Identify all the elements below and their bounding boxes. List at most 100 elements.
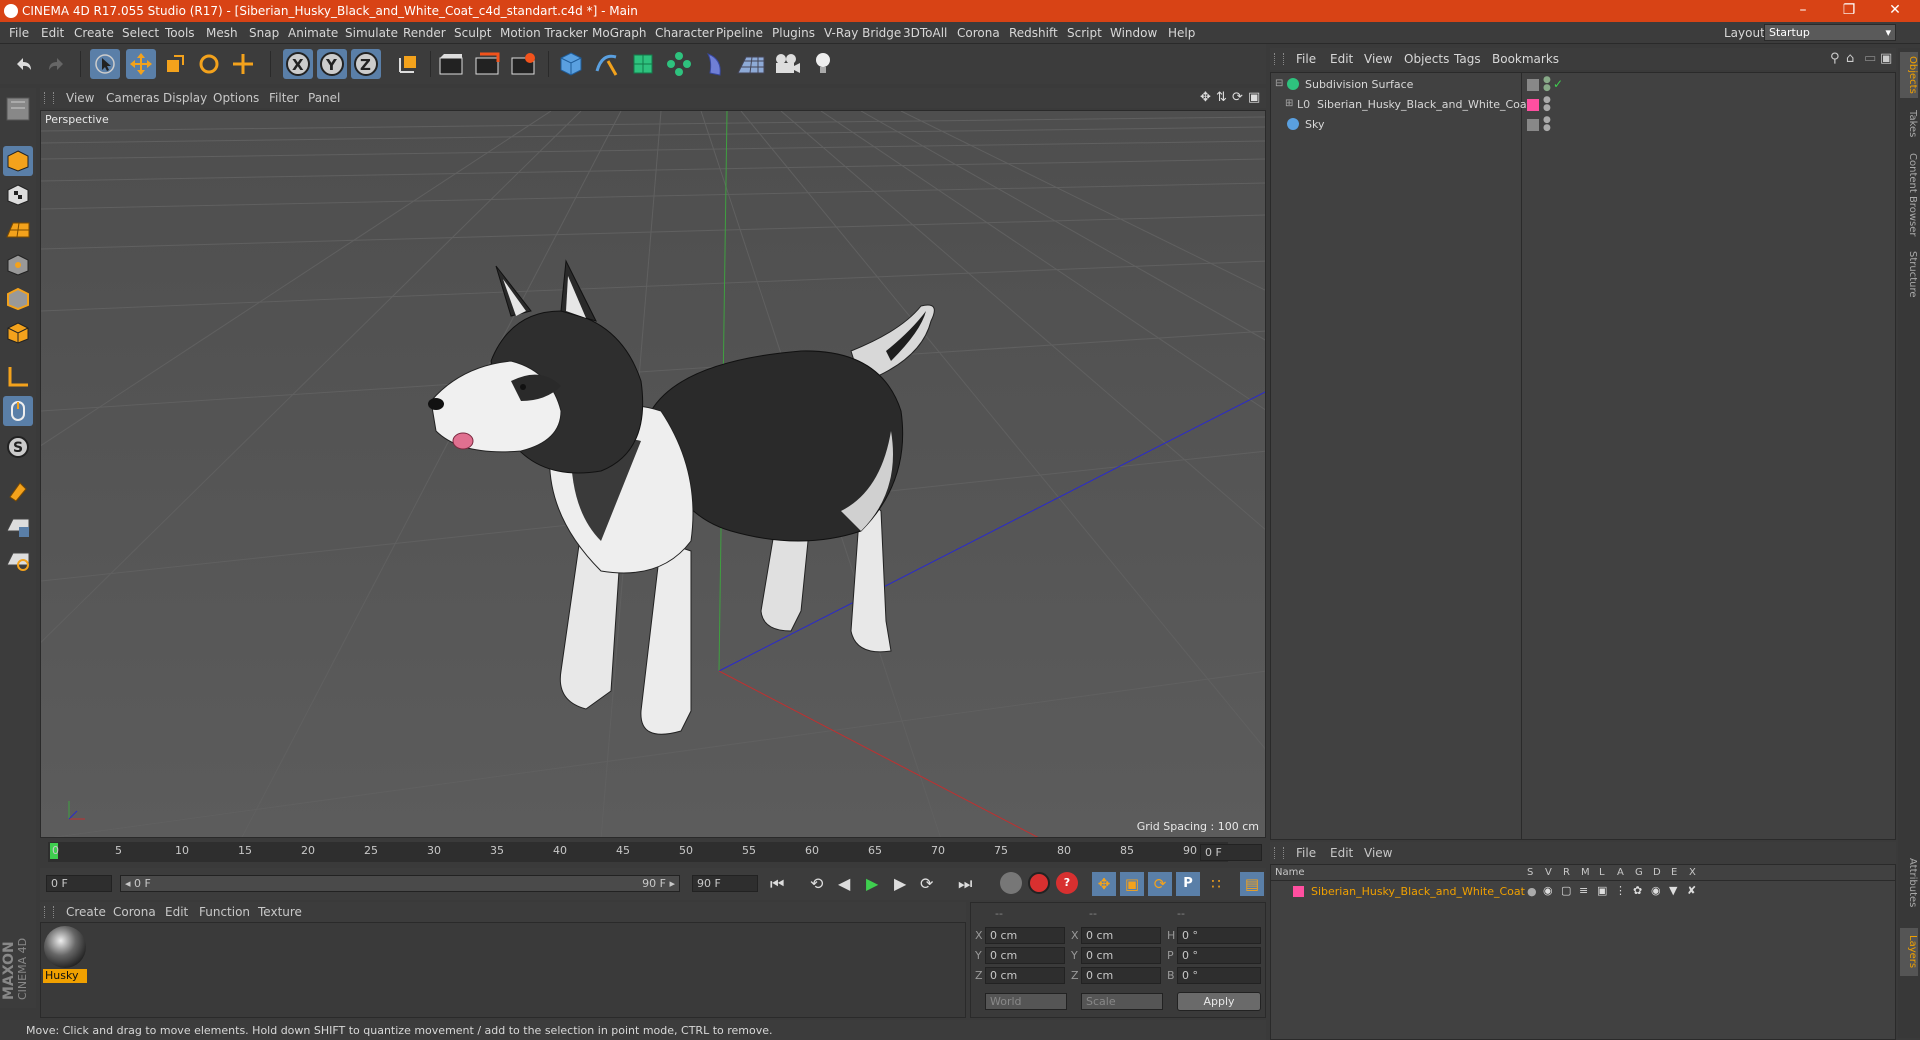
make-editable-icon[interactable] <box>3 94 33 124</box>
expand-icon[interactable]: ⊞ <box>1285 98 1293 109</box>
viewport-menu-panel[interactable]: Panel <box>308 91 340 105</box>
move-icon[interactable] <box>126 49 156 79</box>
home-icon[interactable]: ⌂ <box>1846 51 1854 66</box>
deformer-icon[interactable] <box>700 49 730 79</box>
key-position-icon[interactable]: ✥ <box>1092 872 1116 896</box>
motion-path-icon[interactable] <box>1000 872 1022 894</box>
menu-pipeline[interactable]: Pipeline <box>716 26 763 40</box>
start-frame-field[interactable]: 0 F <box>46 875 112 892</box>
maximize-panel-icon[interactable]: ▣ <box>1880 51 1892 66</box>
tab-structure[interactable]: Structure <box>1900 246 1918 302</box>
drag-handle-icon[interactable] <box>1274 53 1284 65</box>
layout-dropdown[interactable]: Startup ▾ <box>1764 24 1896 41</box>
key-rotation-icon[interactable]: ⟳ <box>1148 872 1172 896</box>
array-icon[interactable] <box>664 49 694 79</box>
tab-attributes[interactable]: Attributes <box>1900 848 1918 918</box>
om-menu-edit[interactable]: Edit <box>1330 52 1353 66</box>
timeline-window-icon[interactable]: ▤ <box>1240 872 1264 896</box>
object-row[interactable]: ⊞ L0 Siberian_Husky_Black_and_White_Coat… <box>1271 95 1895 115</box>
layer-swatch-icon[interactable] <box>1527 79 1539 91</box>
menu-plugins[interactable]: Plugins <box>772 26 815 40</box>
key-parameter-icon[interactable]: P <box>1176 872 1200 896</box>
viewport-rotate-icon[interactable]: ⟳ <box>1232 90 1243 105</box>
menu-mograph[interactable]: MoGraph <box>592 26 647 40</box>
expressions-toggle-icon[interactable]: ▼ <box>1669 884 1677 897</box>
spline-pen-icon[interactable] <box>592 49 622 79</box>
menu-simulate[interactable]: Simulate <box>345 26 398 40</box>
drag-handle-icon[interactable] <box>44 92 54 104</box>
redo-icon[interactable] <box>42 49 72 79</box>
record-icon[interactable] <box>1028 872 1050 894</box>
menu-redshift[interactable]: Redshift <box>1009 26 1058 40</box>
viewport-menu-display[interactable]: Display <box>163 91 207 105</box>
lm-menu-view[interactable]: View <box>1364 846 1392 860</box>
visibility-dots-icon[interactable]: ● ● <box>1543 96 1551 113</box>
polygons-mode-icon[interactable] <box>3 318 33 348</box>
position-z-field[interactable]: 0 cm <box>985 967 1065 984</box>
lock-toggle-icon[interactable]: ▣ <box>1597 884 1607 897</box>
om-menu-tags[interactable]: Tags <box>1454 52 1481 66</box>
position-y-field[interactable]: 0 cm <box>985 947 1065 964</box>
om-menu-bookmarks[interactable]: Bookmarks <box>1492 52 1559 66</box>
viewport-zoom-icon[interactable]: ⇅ <box>1216 90 1227 105</box>
drag-handle-icon[interactable] <box>44 906 54 918</box>
om-menu-view[interactable]: View <box>1364 52 1392 66</box>
rotation-h-field[interactable]: 0 ° <box>1177 927 1261 944</box>
menu-render[interactable]: Render <box>403 26 446 40</box>
menu-animate[interactable]: Animate <box>288 26 338 40</box>
search-icon[interactable]: ⚲ <box>1830 51 1840 66</box>
material-menu-texture[interactable]: Texture <box>258 905 302 919</box>
menu-edit[interactable]: Edit <box>41 26 64 40</box>
om-menu-file[interactable]: File <box>1296 52 1316 66</box>
menu-motion-tracker[interactable]: Motion Tracker <box>500 26 588 40</box>
viewport-move-icon[interactable]: ✥ <box>1200 90 1211 105</box>
go-to-end-icon[interactable]: ⏭ <box>958 874 972 894</box>
camera-icon[interactable] <box>772 49 802 79</box>
rotate-icon[interactable] <box>194 49 224 79</box>
select-icon[interactable] <box>90 49 120 79</box>
viewport-menu-options[interactable]: Options <box>213 91 259 105</box>
drag-handle-icon[interactable] <box>1274 847 1284 859</box>
end-frame-field[interactable]: 90 F <box>692 875 758 892</box>
live-select-icon[interactable] <box>228 49 258 79</box>
undo-icon[interactable] <box>8 49 38 79</box>
animation-toggle-icon[interactable]: ⋮ <box>1615 884 1626 897</box>
om-menu-objects[interactable]: Objects <box>1404 52 1449 66</box>
locked-workplane-icon[interactable] <box>3 512 33 542</box>
subdivision-icon[interactable] <box>628 49 658 79</box>
texture-mode-icon[interactable] <box>3 180 33 210</box>
menu-select[interactable]: Select <box>122 26 159 40</box>
material-menu-edit[interactable]: Edit <box>165 905 188 919</box>
minimize-button[interactable]: – <box>1780 2 1826 18</box>
apply-button[interactable]: Apply <box>1177 992 1261 1011</box>
layer-color-swatch[interactable] <box>1293 886 1304 897</box>
layer-swatch-icon[interactable] <box>1527 119 1539 131</box>
menu-sculpt[interactable]: Sculpt <box>454 26 491 40</box>
manager-toggle-icon[interactable]: ≡ <box>1579 884 1588 897</box>
viewport-menu-cameras[interactable]: Cameras <box>106 91 159 105</box>
play-icon[interactable]: ▶ <box>866 874 878 893</box>
go-to-start-icon[interactable]: ⏮ <box>770 874 784 894</box>
layer-swatch-icon[interactable] <box>1527 99 1539 111</box>
viewport-camera-label[interactable]: Perspective <box>45 113 109 126</box>
viewport-perspective[interactable]: Perspective Grid Spacing : 100 cm <box>40 110 1266 838</box>
axis-mode-icon[interactable] <box>3 362 33 392</box>
menu-file[interactable]: File <box>9 26 29 40</box>
viewport-menu-filter[interactable]: Filter <box>269 91 299 105</box>
viewport-menu-view[interactable]: View <box>66 91 94 105</box>
tab-objects[interactable]: Objects <box>1900 52 1918 98</box>
scale-icon[interactable] <box>160 49 190 79</box>
menu-tools[interactable]: Tools <box>165 26 195 40</box>
enabled-check-icon[interactable]: ✓ <box>1553 77 1563 91</box>
current-frame-field[interactable]: 0 F <box>1200 844 1262 861</box>
key-scale-icon[interactable]: ▣ <box>1120 872 1144 896</box>
next-key-icon[interactable]: ⟳ <box>920 874 933 893</box>
viewport-maximize-icon[interactable]: ▣ <box>1248 90 1260 105</box>
coordinate-system-icon[interactable] <box>393 49 423 79</box>
layer-row[interactable]: Siberian_Husky_Black_and_White_Coat ● ◉ … <box>1271 883 1895 901</box>
solo-mode-icon[interactable]: S <box>3 432 33 462</box>
menu-character[interactable]: Character <box>655 26 714 40</box>
maximize-button[interactable]: ❐ <box>1826 2 1872 18</box>
timeline-ruler[interactable]: 0 5 10 15 20 25 30 35 40 45 50 55 60 65 … <box>40 840 1266 866</box>
tab-content-browser[interactable]: Content Browser <box>1900 150 1918 240</box>
